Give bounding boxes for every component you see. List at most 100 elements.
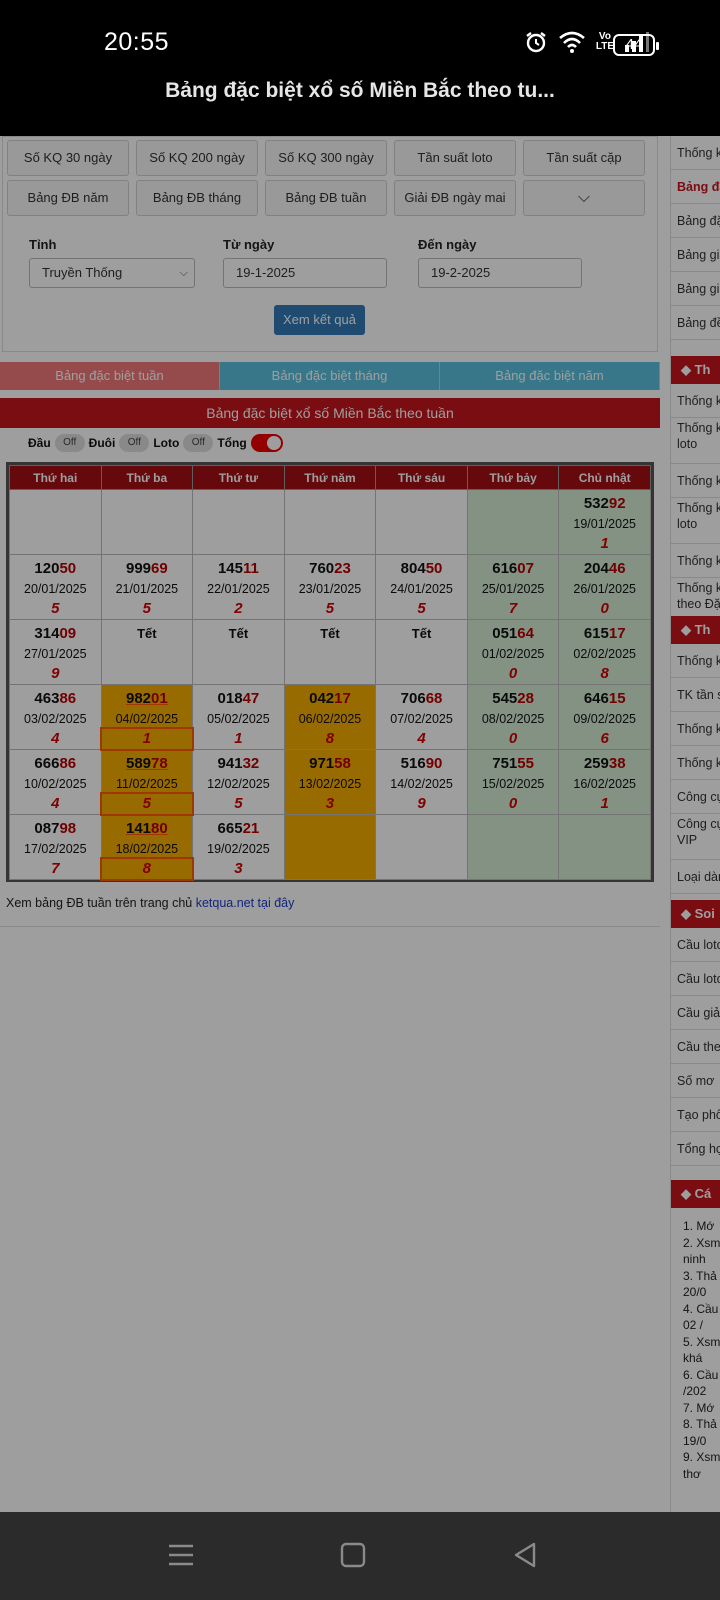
result-cell bbox=[466, 814, 560, 880]
total-digit: 0 bbox=[559, 599, 650, 619]
draw-date: 05/02/2025 bbox=[207, 712, 270, 726]
sidebar-link[interactable]: Loại dàn bbox=[671, 860, 720, 894]
sidebar-link[interactable]: Bảng giả bbox=[671, 238, 720, 272]
number-head: 314 bbox=[34, 625, 60, 642]
article-list-item[interactable]: 9. Xsm bbox=[683, 1449, 720, 1466]
total-value: 5 bbox=[51, 600, 60, 617]
sidebar-link[interactable]: Bảng đề bbox=[671, 306, 720, 340]
total-digit: 5 bbox=[102, 599, 193, 619]
article-list-item[interactable]: 3. Thả bbox=[683, 1268, 720, 1285]
tong-label: Tổng bbox=[217, 436, 247, 450]
result-cell: 51690 14/02/2025 9 bbox=[375, 749, 468, 815]
btn-tan-suat-loto[interactable]: Tần suất loto bbox=[394, 140, 516, 176]
special-number: 66686 bbox=[10, 754, 101, 774]
article-list-item[interactable]: thơ bbox=[683, 1466, 720, 1483]
draw-date: 16/02/2025 bbox=[573, 777, 636, 791]
col-header: Thứ hai bbox=[9, 465, 102, 490]
btn-db-tuan[interactable]: Bảng ĐB tuần bbox=[265, 180, 387, 216]
sidebar-link[interactable]: Thống k bbox=[671, 644, 720, 678]
to-date-input[interactable]: 19-2-2025 bbox=[418, 258, 582, 288]
btn-db-nam[interactable]: Bảng ĐB năm bbox=[7, 180, 129, 216]
sidebar-link[interactable]: Cầu loto bbox=[671, 928, 720, 962]
dau-toggle[interactable]: Off bbox=[54, 434, 85, 452]
draw-date: 25/01/2025 bbox=[481, 582, 545, 596]
back-icon[interactable] bbox=[510, 1540, 540, 1570]
page-title-text: Bảng đặc biệt xổ số Miền Bắc theo tu... bbox=[165, 79, 555, 102]
result-cell: 53292 19/01/2025 1 bbox=[558, 489, 651, 555]
sidebar-link[interactable]: Cầu giải bbox=[671, 996, 720, 1030]
number-head: 615 bbox=[583, 625, 609, 642]
dau-label: Đầu bbox=[28, 436, 51, 450]
result-cell: 14511 22/01/2025 2 bbox=[192, 554, 285, 620]
number-tail: 46 bbox=[608, 560, 626, 577]
duoi-toggle[interactable]: Off bbox=[119, 434, 150, 452]
sidebar-link[interactable]: Tổng họ bbox=[671, 1132, 720, 1166]
draw-date: 04/02/2025 bbox=[115, 712, 179, 726]
total-value: 0 bbox=[600, 600, 609, 617]
article-list-item[interactable]: 20/0 bbox=[683, 1284, 720, 1301]
article-list-item[interactable]: /202 bbox=[683, 1383, 720, 1400]
result-cell: 20446 26/01/2025 0 bbox=[558, 554, 651, 620]
sidebar-link[interactable]: Bảng đặ bbox=[671, 170, 720, 204]
tong-toggle[interactable] bbox=[250, 434, 283, 452]
from-date-input[interactable]: 19-1-2025 bbox=[223, 258, 387, 288]
article-list-item[interactable]: ninh bbox=[683, 1251, 720, 1268]
sidebar-link[interactable]: TK tần s bbox=[671, 678, 720, 712]
sidebar-link[interactable]: Số mơ bbox=[671, 1064, 720, 1098]
sidebar-link[interactable]: Công cụ VIP bbox=[671, 814, 720, 860]
sidebar-link[interactable]: Thống k bbox=[671, 136, 720, 170]
home-link[interactable]: ketqua.net tại đây bbox=[196, 896, 295, 910]
article-list-item[interactable]: 7. Mớ bbox=[683, 1400, 720, 1417]
result-cell: 25938 16/02/2025 1 bbox=[558, 749, 651, 815]
tab-db-tuan[interactable]: Bảng đặc biệt tuần bbox=[0, 362, 220, 390]
article-list-item[interactable]: 4. Cầu bbox=[683, 1301, 720, 1318]
special-number: 12050 bbox=[10, 559, 101, 579]
province-select[interactable]: Truyền Thống ⌵ bbox=[29, 258, 195, 288]
col-header: Thứ ba bbox=[100, 465, 194, 490]
menu-icon[interactable] bbox=[166, 1540, 196, 1570]
number-tail: 86 bbox=[59, 690, 77, 707]
btn-kq-300[interactable]: Số KQ 300 ngày bbox=[265, 140, 387, 176]
sidebar-link[interactable]: Thống k bbox=[671, 544, 720, 578]
sidebar-link[interactable]: Thống k bbox=[671, 712, 720, 746]
submit-button[interactable]: Xem kết quả bbox=[274, 305, 365, 335]
btn-kq-30[interactable]: Số KQ 30 ngày bbox=[7, 140, 129, 176]
sidebar-link[interactable]: Thống k loto bbox=[671, 498, 720, 544]
sidebar-link[interactable]: Tạo phô bbox=[671, 1098, 720, 1132]
number-tail: 21 bbox=[242, 820, 260, 837]
btn-db-thang[interactable]: Bảng ĐB tháng bbox=[136, 180, 258, 216]
home-square-icon[interactable] bbox=[338, 1540, 368, 1570]
sidebar-link[interactable]: Thống k loto bbox=[671, 418, 720, 464]
sidebar-link[interactable]: Thống k bbox=[671, 464, 720, 498]
number-tail: 17 bbox=[334, 690, 351, 707]
sidebar-link[interactable]: Cầu theo bbox=[671, 1030, 720, 1064]
sidebar-link[interactable]: Công cụ bbox=[671, 780, 720, 814]
total-value: 6 bbox=[600, 730, 609, 747]
sidebar-link[interactable]: Bảng đặ bbox=[671, 204, 720, 238]
article-list-item[interactable]: khá bbox=[683, 1350, 720, 1367]
sidebar-link[interactable]: Cầu loto bbox=[671, 962, 720, 996]
article-list-item[interactable]: 02 / bbox=[683, 1317, 720, 1334]
special-number: 08798 bbox=[10, 819, 101, 839]
loto-toggle[interactable]: Off bbox=[183, 434, 214, 452]
article-list-item[interactable]: 1. Mớ bbox=[683, 1218, 720, 1235]
article-list-item[interactable]: 19/0 bbox=[683, 1433, 720, 1450]
number-tail: 28 bbox=[517, 690, 534, 707]
btn-db-ngay-mai[interactable]: Giải ĐB ngày mai bbox=[394, 180, 516, 216]
article-list-item[interactable]: 5. Xsm bbox=[683, 1334, 720, 1351]
bar-chart-icon: ◆ bbox=[681, 622, 695, 637]
btn-kq-200[interactable]: Số KQ 200 ngày bbox=[136, 140, 258, 176]
sidebar-link[interactable]: Thống k bbox=[671, 746, 720, 780]
number-head: 646 bbox=[583, 690, 609, 707]
sidebar-link[interactable]: Thống k bbox=[671, 384, 720, 418]
table-row: 46386 03/02/2025 4 98201 04/02/2025 1 01847 05/… bbox=[9, 684, 651, 751]
article-list-item[interactable]: 8. Thả bbox=[683, 1416, 720, 1433]
sidebar-link[interactable]: Bảng giả bbox=[671, 272, 720, 306]
btn-tan-suat-cap[interactable]: Tần suất cặp bbox=[523, 140, 645, 176]
article-list-item[interactable]: 6. Cầu bbox=[683, 1367, 720, 1384]
tab-db-nam[interactable]: Bảng đặc biệt năm bbox=[440, 362, 660, 390]
article-list-item[interactable]: 2. Xsm bbox=[683, 1235, 720, 1252]
result-cell: Tết bbox=[192, 619, 285, 685]
expand-chevron-button[interactable]: ⌵ bbox=[523, 180, 645, 216]
tab-db-thang[interactable]: Bảng đặc biệt tháng bbox=[220, 362, 440, 390]
